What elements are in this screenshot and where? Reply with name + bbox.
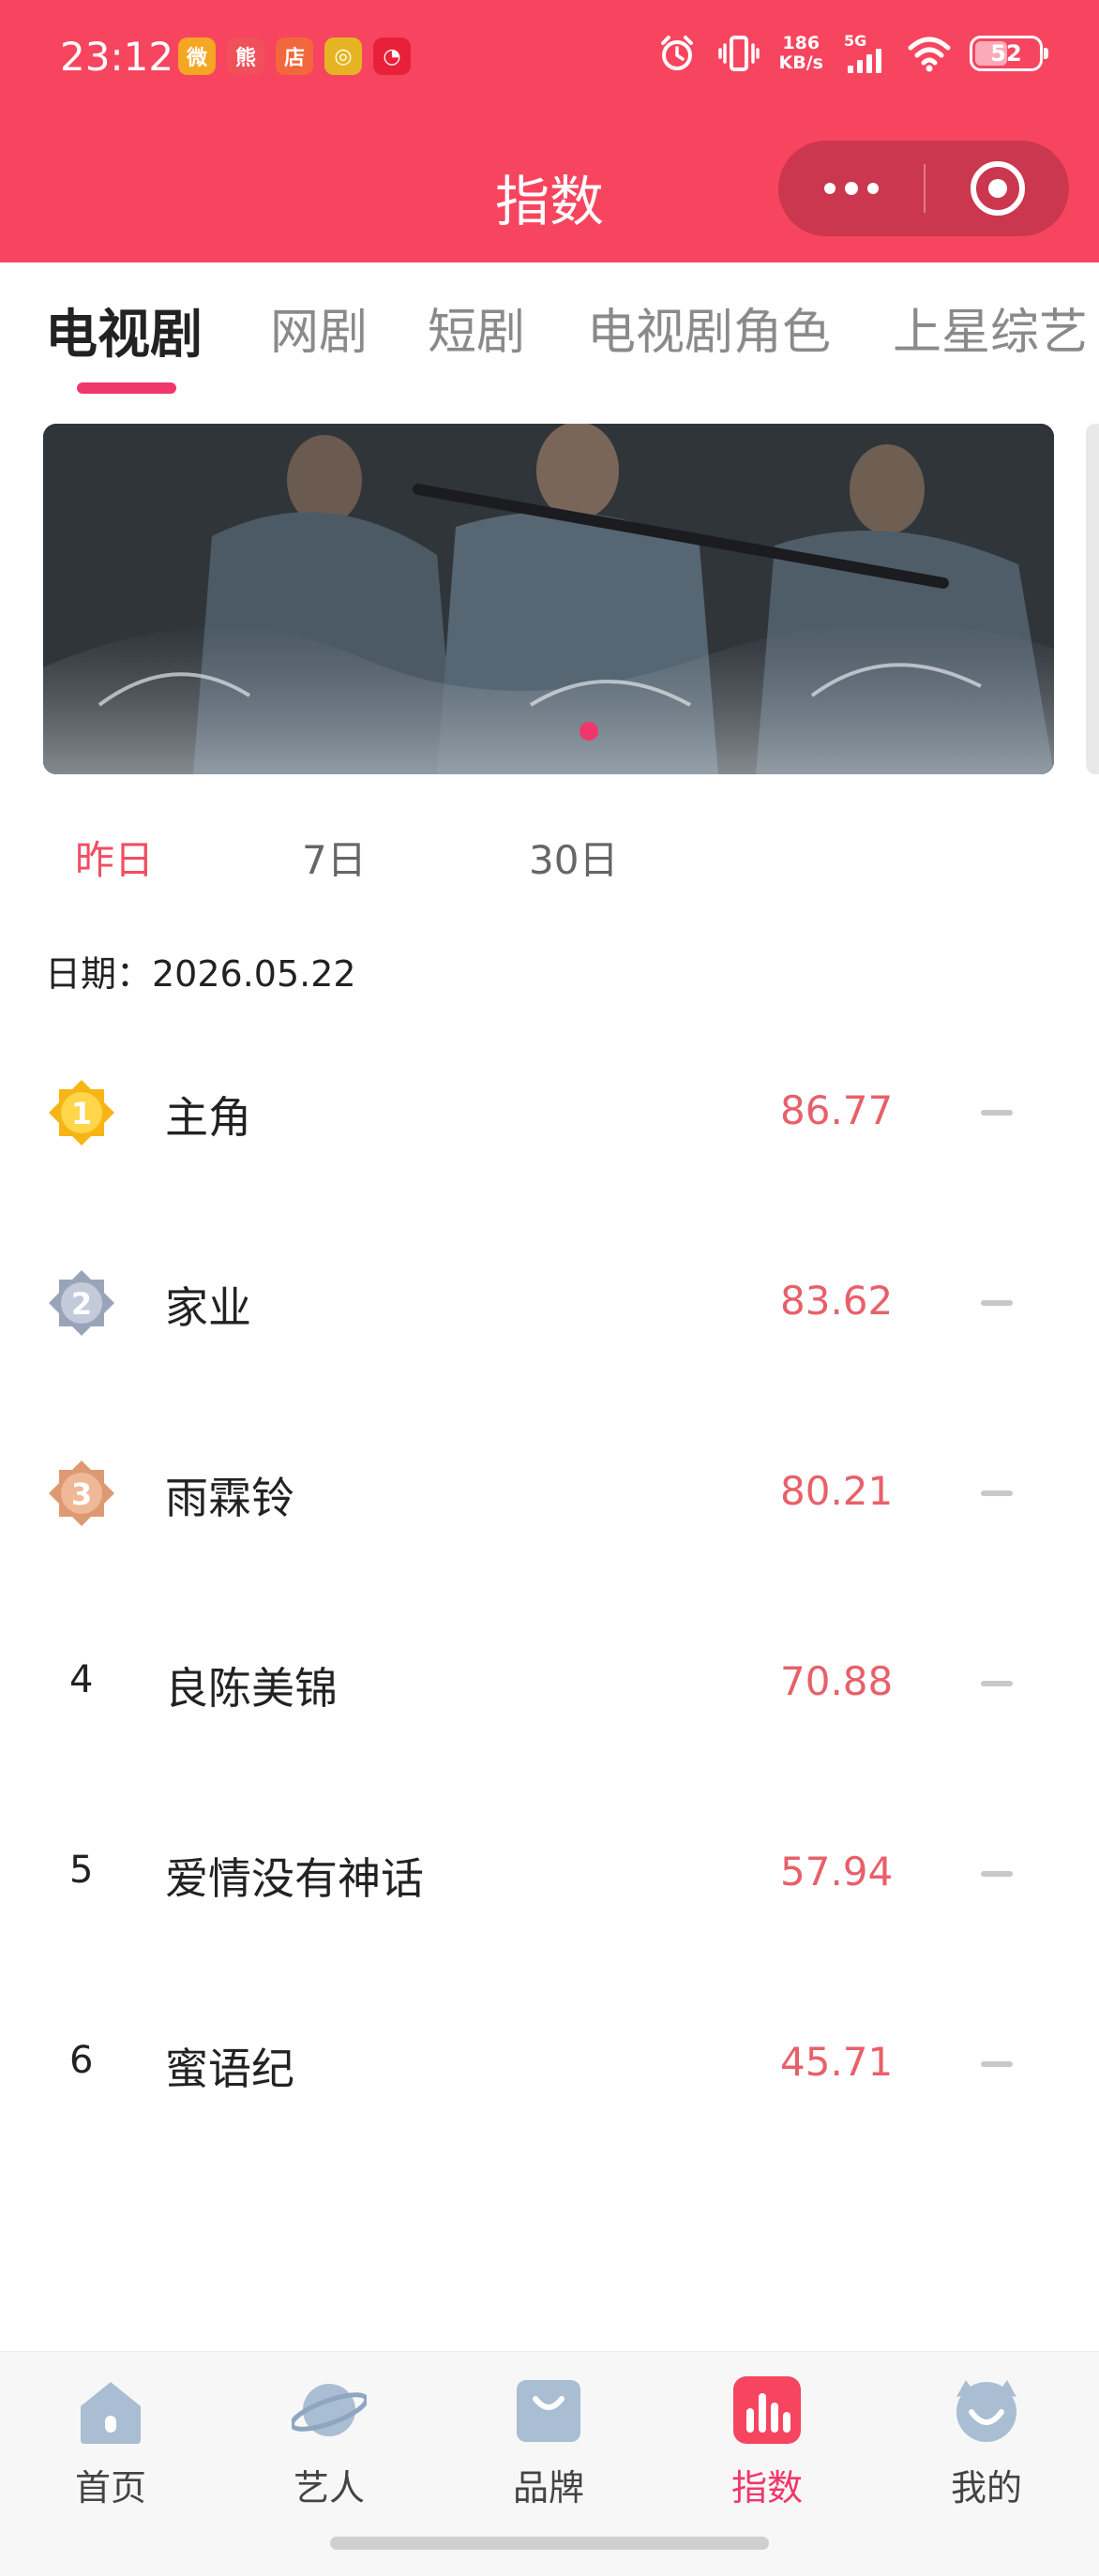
nav-index[interactable]: 指数 <box>692 2374 842 2510</box>
svg-text:1: 1 <box>71 1096 92 1131</box>
period-tab-yesterday[interactable]: 昨日 <box>75 829 154 886</box>
planet-icon <box>289 2384 369 2436</box>
ranking-title: 家业 <box>165 1282 251 1333</box>
category-tabs: 电视剧 网剧 短剧 电视剧角色 上星综艺 <box>0 262 1099 403</box>
netease-music-icon: ◔ <box>373 37 411 75</box>
ranking-row[interactable]: 1 主角 86.77 <box>0 1078 1099 1268</box>
rank-number: 6 <box>69 2039 94 2082</box>
ranking-score: 57.94 <box>780 1849 894 1895</box>
svg-text:2: 2 <box>71 1286 92 1322</box>
banner-carousel[interactable] <box>43 424 1054 774</box>
rank-number: 5 <box>69 1849 94 1892</box>
target-icon <box>970 161 1025 216</box>
active-tab-indicator <box>77 382 176 394</box>
close-mini-program-button[interactable] <box>926 141 1069 236</box>
status-indicators: 186 KB/s 5G 52 <box>655 32 1048 75</box>
trend-flat-icon <box>981 1300 1013 1306</box>
home-icon <box>81 2382 141 2444</box>
period-tab-30-days[interactable]: 30日 <box>529 829 618 886</box>
trend-flat-icon <box>981 1871 1013 1877</box>
tab-web-drama[interactable]: 网剧 <box>270 292 368 363</box>
ranking-score: 86.77 <box>780 1087 894 1133</box>
panda-app-icon: 熊 <box>227 37 264 75</box>
ranking-score: 83.62 <box>780 1278 894 1324</box>
ranking-row[interactable]: 2 家业 83.62 <box>0 1268 1099 1459</box>
mini-program-capsule <box>778 141 1069 236</box>
bronze-medal-icon: 3 <box>49 1460 114 1526</box>
gold-medal-icon: 1 <box>49 1080 114 1146</box>
shopping-bag-icon <box>517 2380 580 2442</box>
nav-home[interactable]: 首页 <box>36 2374 186 2510</box>
ranking-score: 80.21 <box>780 1468 894 1514</box>
nav-brands[interactable]: 品牌 <box>474 2374 624 2510</box>
trend-flat-icon <box>981 1110 1013 1116</box>
ranking-row[interactable]: 4 良陈美锦 70.88 <box>0 1649 1099 1839</box>
net-speed: 186 KB/s <box>778 33 823 73</box>
alarm-icon <box>655 32 699 75</box>
next-banner-peek[interactable] <box>1086 424 1099 774</box>
weibo-icon: 微 <box>178 37 216 75</box>
tab-short-drama[interactable]: 短剧 <box>428 292 525 363</box>
period-tab-7-days[interactable]: 7日 <box>302 829 367 886</box>
cellular-signal-icon: 5G <box>842 32 889 75</box>
ranking-score: 45.71 <box>780 2039 894 2085</box>
carousel-indicator-dot[interactable] <box>580 722 598 741</box>
nav-profile[interactable]: 我的 <box>911 2374 1061 2510</box>
ranking-score: 70.88 <box>780 1658 894 1704</box>
tab-satellite-variety[interactable]: 上星综艺 <box>893 292 1088 363</box>
vibrate-icon <box>717 32 760 75</box>
date-label: 日期：2026.05.22 <box>45 953 356 995</box>
wifi-icon <box>908 32 951 75</box>
rank-number: 4 <box>69 1658 94 1701</box>
banner-image <box>43 424 1054 774</box>
trend-flat-icon <box>981 2061 1013 2067</box>
app-header: 23:12 微 熊 店 ◎ ◔ 186 KB/s 5G 52 指数 <box>0 0 1099 262</box>
more-dots-icon[interactable] <box>778 141 924 236</box>
shop-app-icon: 店 <box>276 37 313 75</box>
tab-tv-drama-roles[interactable]: 电视剧角色 <box>587 292 831 363</box>
music-app-icon: ◎ <box>324 37 362 75</box>
ranking-title: 爱情没有神话 <box>165 1853 424 1904</box>
silver-medal-icon: 2 <box>49 1270 114 1336</box>
trend-flat-icon <box>981 1490 1013 1496</box>
svg-text:3: 3 <box>71 1476 92 1512</box>
ranking-title: 主角 <box>165 1092 251 1143</box>
ranking-title: 雨霖铃 <box>165 1473 294 1523</box>
trend-flat-icon <box>981 1681 1013 1686</box>
ranking-row[interactable]: 6 蜜语纪 45.71 <box>0 2029 1099 2220</box>
status-app-icons: 微 熊 店 ◎ ◔ <box>178 37 411 75</box>
ranking-row[interactable]: 3 雨霖铃 80.21 <box>0 1459 1099 1649</box>
nav-artists[interactable]: 艺人 <box>254 2374 404 2510</box>
ranking-title: 良陈美锦 <box>165 1663 338 1714</box>
ranking-title: 蜜语纪 <box>165 2044 294 2094</box>
status-time: 23:12 <box>60 34 174 80</box>
battery-level: 52 <box>990 40 1022 67</box>
profile-icon <box>956 2380 1016 2442</box>
tab-tv-drama[interactable]: 电视剧 <box>45 292 203 368</box>
bar-chart-icon <box>733 2376 801 2444</box>
home-indicator[interactable] <box>330 2537 769 2550</box>
battery-icon: 52 <box>970 36 1048 71</box>
ranking-row[interactable]: 5 爱情没有神话 57.94 <box>0 1839 1099 2029</box>
